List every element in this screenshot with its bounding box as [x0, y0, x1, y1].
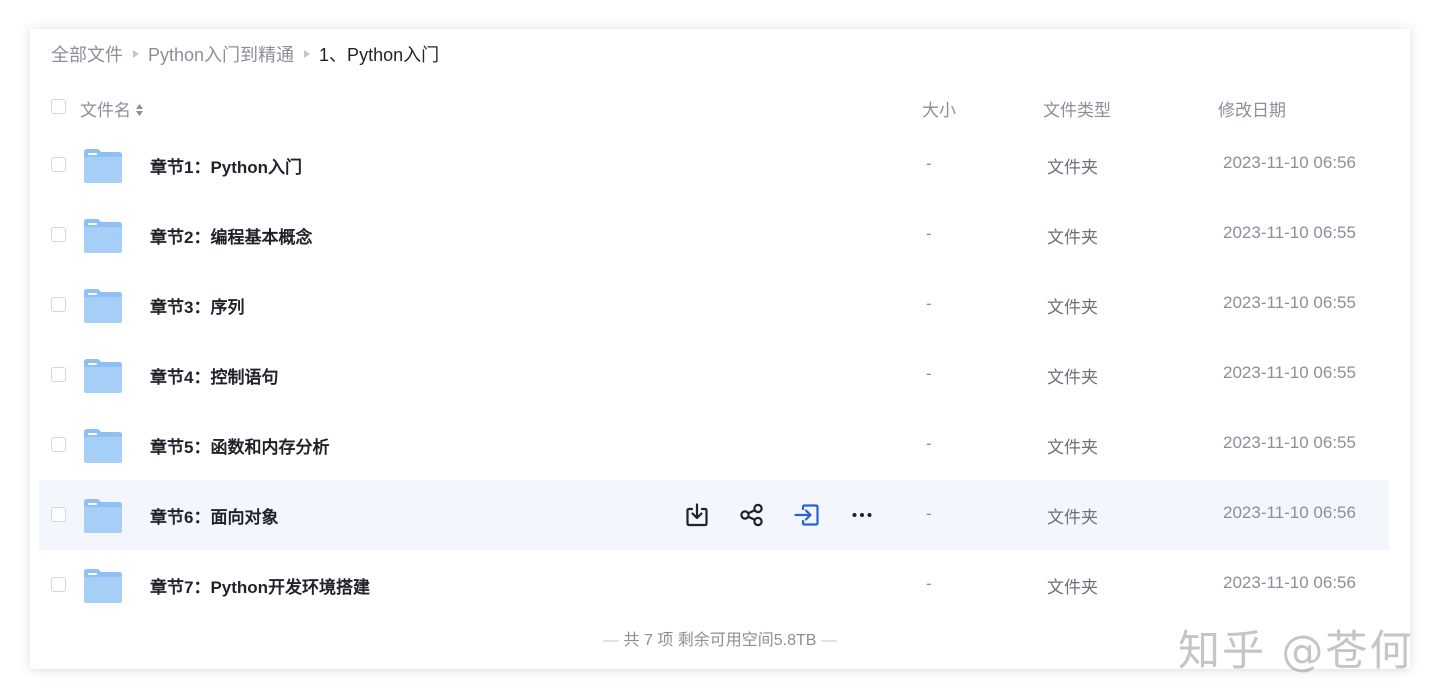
table-header: 文件名 大小 文件类型 修改日期 — [30, 86, 1410, 126]
table-row[interactable]: 章节2：编程基本概念 - 文件夹 2023-11-10 06:55 — [39, 200, 1389, 270]
column-header-name[interactable]: 文件名 — [80, 96, 144, 121]
breadcrumb: 全部文件 Python入门到精通 1、Python入门 — [51, 42, 439, 66]
table-row[interactable]: 章节5：函数和内存分析 - 文件夹 2023-11-10 06:55 — [39, 410, 1389, 480]
file-name[interactable]: 章节6：面向对象 — [150, 503, 278, 528]
file-date: 2023-11-10 06:55 — [1223, 293, 1356, 312]
file-name[interactable]: 章节2：编程基本概念 — [150, 223, 312, 248]
breadcrumb-current-folder: 1、Python入门 — [319, 45, 440, 65]
table-row-hovered[interactable]: 章节6：面向对象 - 文件夹 2023-11-10 06:56 — [39, 480, 1389, 550]
file-date: 2023-11-10 06:55 — [1223, 363, 1356, 382]
breadcrumb-python-course[interactable]: Python入门到精通 — [148, 41, 294, 67]
file-type: 文件夹 — [1047, 158, 1098, 177]
file-size: - — [926, 504, 932, 523]
column-header-type[interactable]: 文件类型 — [1043, 96, 1111, 121]
download-icon — [686, 503, 708, 527]
file-list-panel: 全部文件 Python入门到精通 1、Python入门 文件名 大小 文件类型 … — [30, 29, 1410, 669]
table-row[interactable]: 章节3：序列 - 文件夹 2023-11-10 06:55 — [39, 270, 1389, 340]
file-name[interactable]: 章节4：控制语句 — [150, 363, 278, 388]
folder-icon — [84, 429, 122, 463]
file-type: 文件夹 — [1047, 368, 1098, 387]
breadcrumb-all-files[interactable]: 全部文件 — [51, 41, 123, 67]
table-row[interactable]: 章节7：Python开发环境搭建 - 文件夹 2023-11-10 06:56 — [39, 550, 1389, 620]
share-icon — [740, 503, 763, 527]
share-button[interactable] — [737, 500, 767, 530]
file-size: - — [926, 364, 932, 383]
folder-icon — [84, 359, 122, 393]
file-type: 文件夹 — [1047, 228, 1098, 247]
more-icon — [852, 513, 872, 517]
row-checkbox[interactable] — [51, 577, 66, 592]
file-size: - — [926, 294, 932, 313]
file-date: 2023-11-10 06:55 — [1223, 223, 1356, 242]
folder-icon — [84, 569, 122, 603]
file-name[interactable]: 章节7：Python开发环境搭建 — [150, 573, 370, 598]
file-name[interactable]: 章节5：函数和内存分析 — [150, 433, 329, 458]
file-type: 文件夹 — [1047, 298, 1098, 317]
file-date: 2023-11-10 06:55 — [1223, 433, 1356, 452]
file-date: 2023-11-10 06:56 — [1223, 153, 1356, 172]
row-checkbox[interactable] — [51, 367, 66, 382]
sort-icon[interactable] — [135, 102, 144, 118]
file-name[interactable]: 章节3：序列 — [150, 293, 244, 318]
folder-icon — [84, 499, 122, 533]
move-icon — [794, 504, 819, 526]
row-checkbox[interactable] — [51, 507, 66, 522]
file-type: 文件夹 — [1047, 578, 1098, 597]
move-to-button[interactable] — [792, 500, 822, 530]
more-button[interactable] — [847, 500, 877, 530]
file-type: 文件夹 — [1047, 508, 1098, 527]
file-size: - — [926, 154, 932, 173]
row-checkbox[interactable] — [51, 297, 66, 312]
footer-dash-right: — — [820, 632, 837, 649]
column-header-name-label: 文件名 — [80, 101, 131, 120]
file-size: - — [926, 434, 932, 453]
select-all-checkbox[interactable] — [51, 99, 66, 114]
file-name[interactable]: 章节1：Python入门 — [150, 153, 302, 178]
file-size: - — [926, 574, 932, 593]
column-header-size[interactable]: 大小 — [922, 96, 956, 121]
file-date: 2023-11-10 06:56 — [1223, 503, 1356, 522]
row-checkbox[interactable] — [51, 227, 66, 242]
folder-icon — [84, 219, 122, 253]
breadcrumb-separator-icon — [133, 50, 139, 58]
table-row[interactable]: 章节1：Python入门 - 文件夹 2023-11-10 06:56 — [39, 130, 1389, 200]
row-checkbox[interactable] — [51, 157, 66, 172]
folder-icon — [84, 149, 122, 183]
footer-text: 共 7 项 剩余可用空间5.8TB — [623, 632, 817, 649]
footer-dash-left: — — [603, 632, 620, 649]
table-row[interactable]: 章节4：控制语句 - 文件夹 2023-11-10 06:55 — [39, 340, 1389, 410]
row-checkbox[interactable] — [51, 437, 66, 452]
file-type: 文件夹 — [1047, 438, 1098, 457]
column-header-date[interactable]: 修改日期 — [1218, 96, 1286, 121]
download-button[interactable] — [682, 500, 712, 530]
folder-icon — [84, 289, 122, 323]
watermark: 知乎 @苍何 — [1178, 626, 1414, 675]
file-size: - — [926, 224, 932, 243]
breadcrumb-separator-icon — [304, 50, 311, 58]
file-date: 2023-11-10 06:56 — [1223, 573, 1356, 592]
